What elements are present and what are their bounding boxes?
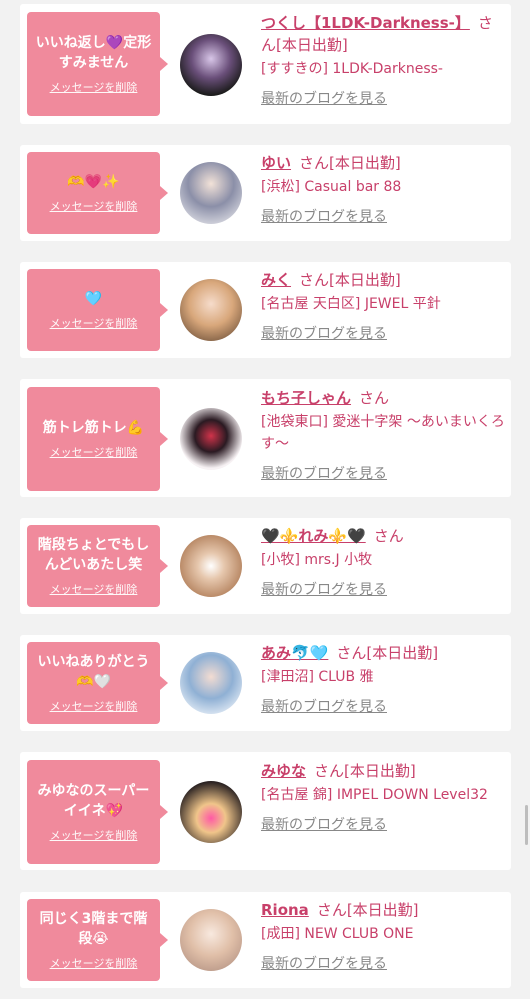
shop-label: [名古屋 錦] IMPEL DOWN Level32 xyxy=(261,787,488,803)
honorific: さん xyxy=(299,271,330,289)
honorific: さん xyxy=(314,762,345,780)
message-bubble: 階段ちょとでもしんどいあたし笑 メッセージを削除 xyxy=(27,525,168,607)
delete-message-link[interactable]: メッセージを削除 xyxy=(50,79,138,95)
message-card: 筋トレ筋トレ💪 メッセージを削除 もち子しゃん さん [池袋東口] 愛迷十字架 〜… xyxy=(20,379,511,497)
blog-link[interactable]: 最新のブログを見る xyxy=(261,579,387,599)
shop-label: [成田] NEW CLUB ONE xyxy=(261,926,414,942)
message-bubble: 🫶💗✨ メッセージを削除 xyxy=(27,152,168,234)
cast-name-link[interactable]: みく xyxy=(261,271,291,289)
status-label: [本日出勤] xyxy=(276,36,348,54)
cast-name-link[interactable]: Riona xyxy=(261,901,309,919)
shop-label: [津田沼] CLUB 雅 xyxy=(261,669,374,685)
delete-message-link[interactable]: メッセージを削除 xyxy=(50,315,138,331)
avatar[interactable] xyxy=(180,162,242,224)
delete-message-link[interactable]: メッセージを削除 xyxy=(50,581,138,597)
blog-link[interactable]: 最新のブログを見る xyxy=(261,206,387,226)
message-bubble: 同じく3階まで階段😭 メッセージを削除 xyxy=(27,899,168,981)
blog-link[interactable]: 最新のブログを見る xyxy=(261,814,387,834)
cast-name-link[interactable]: ゆい xyxy=(261,154,291,172)
message-bubble: 🩵 メッセージを削除 xyxy=(27,269,168,351)
avatar[interactable] xyxy=(180,909,242,971)
cast-name-link[interactable]: あみ🐬🩵 xyxy=(261,644,328,662)
avatar[interactable] xyxy=(180,652,242,714)
blog-link[interactable]: 最新のブログを見る xyxy=(261,696,387,716)
delete-message-link[interactable]: メッセージを削除 xyxy=(50,827,138,843)
status-label: [本日出勤] xyxy=(346,901,419,919)
message-card: 同じく3階まで階段😭 メッセージを削除 Riona さん[本日出勤] [成田] N… xyxy=(20,892,511,988)
delete-message-link[interactable]: メッセージを削除 xyxy=(50,698,138,714)
honorific: さん xyxy=(373,527,404,545)
shop-label: [浜松] Casual bar 88 xyxy=(261,179,402,195)
status-label: [本日出勤] xyxy=(329,271,401,289)
blog-link[interactable]: 最新のブログを見る xyxy=(261,88,387,108)
honorific: さん xyxy=(359,389,390,407)
blog-link[interactable]: 最新のブログを見る xyxy=(261,463,387,483)
honorific: さん xyxy=(299,154,330,172)
shop-label: [名古屋 天白区] JEWEL 平針 xyxy=(261,296,441,312)
cast-name-link[interactable]: みゆな xyxy=(261,762,306,780)
message-card: いいねありがとう🫶🤍 メッセージを削除 あみ🐬🩵 さん[本日出勤] [津田沼] C… xyxy=(20,635,511,731)
delete-message-link[interactable]: メッセージを削除 xyxy=(50,198,138,214)
shop-label: [池袋東口] 愛迷十字架 〜あいまいくろす〜 xyxy=(261,414,505,452)
cast-name-link[interactable]: つくし【1LDK-Darkness-】 xyxy=(261,14,470,32)
message-text: 階段ちょとでもしんどいあたし笑 xyxy=(37,537,150,573)
status-label: [本日出勤] xyxy=(366,644,439,662)
message-card: 🫶💗✨ メッセージを削除 ゆい さん[本日出勤] [浜松] Casual bar … xyxy=(20,145,511,241)
blog-link[interactable]: 最新のブログを見る xyxy=(261,323,387,343)
avatar[interactable] xyxy=(180,535,242,597)
cast-name-link[interactable]: 🖤⚜️れみ⚜️🖤 xyxy=(261,527,366,545)
avatar[interactable] xyxy=(180,34,242,96)
avatar[interactable] xyxy=(180,279,242,341)
scrollbar[interactable] xyxy=(525,805,528,845)
message-card: 🩵 メッセージを削除 みく さん[本日出勤] [名古屋 天白区] JEWEL 平針… xyxy=(20,262,511,358)
message-bubble: みゆなのスーパーイイネ💖 メッセージを削除 xyxy=(27,760,168,864)
delete-message-link[interactable]: メッセージを削除 xyxy=(50,955,138,971)
status-label: [本日出勤] xyxy=(329,154,401,172)
cast-name-link[interactable]: もち子しゃん xyxy=(261,389,351,407)
message-card: 階段ちょとでもしんどいあたし笑 メッセージを削除 🖤⚜️れみ⚜️🖤 さん [小牧]… xyxy=(20,518,511,614)
blog-link[interactable]: 最新のブログを見る xyxy=(261,953,387,973)
message-text: いいねありがとう🫶🤍 xyxy=(37,654,150,690)
shop-label: [すすきの] 1LDK-Darkness- xyxy=(261,61,443,77)
message-text: 同じく3階まで階段😭 xyxy=(39,911,148,947)
message-text: みゆなのスーパーイイネ💖 xyxy=(37,783,150,819)
message-card: みゆなのスーパーイイネ💖 メッセージを削除 みゆな さん[本日出勤] [名古屋 錦… xyxy=(20,752,511,870)
delete-message-link[interactable]: メッセージを削除 xyxy=(50,444,138,460)
avatar[interactable] xyxy=(180,781,242,843)
message-bubble: 筋トレ筋トレ💪 メッセージを削除 xyxy=(27,387,168,491)
honorific: さん xyxy=(316,901,347,919)
message-text: 🫶💗✨ xyxy=(67,174,120,190)
message-bubble: いいね返し💜定形すみません メッセージを削除 xyxy=(27,12,168,116)
message-text: いいね返し💜定形すみません xyxy=(35,35,152,71)
honorific: さん xyxy=(336,644,367,662)
avatar[interactable] xyxy=(180,408,242,470)
message-card: いいね返し💜定形すみません メッセージを削除 つくし【1LDK-Darkness… xyxy=(20,4,511,124)
shop-label: [小牧] mrs.J 小牧 xyxy=(261,552,373,568)
message-bubble: いいねありがとう🫶🤍 メッセージを削除 xyxy=(27,642,168,724)
message-text: 筋トレ筋トレ💪 xyxy=(42,420,145,436)
message-text: 🩵 xyxy=(84,291,103,307)
status-label: [本日出勤] xyxy=(344,762,416,780)
